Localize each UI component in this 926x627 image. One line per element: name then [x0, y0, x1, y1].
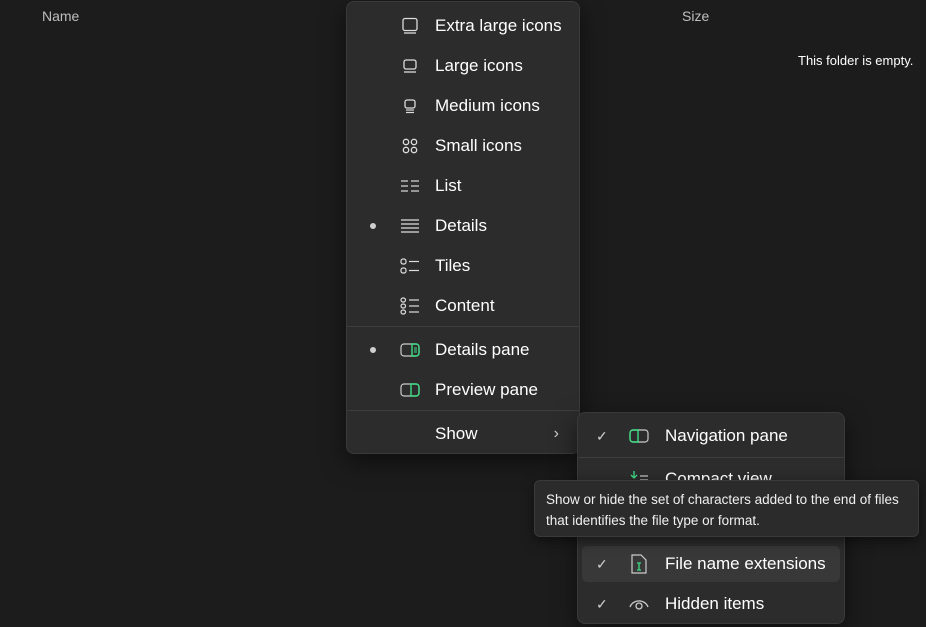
- selected-indicator: [370, 347, 376, 353]
- small-icons-icon: [399, 135, 421, 157]
- menu-item-medium-icons[interactable]: Medium icons: [347, 88, 579, 124]
- menu-item-label: Navigation pane: [665, 426, 788, 445]
- empty-folder-message: This folder is empty.: [798, 53, 914, 68]
- menu-item-navigation-pane[interactable]: ✓ Navigation pane: [578, 418, 844, 454]
- menu-item-label: Details pane: [435, 340, 530, 359]
- large-icons-icon: [399, 55, 421, 77]
- checkmark-icon: ✓: [596, 595, 608, 612]
- menu-item-label: Hidden items: [665, 594, 765, 613]
- details-icon: [399, 215, 421, 237]
- menu-divider: [347, 410, 579, 411]
- menu-item-tiles[interactable]: Tiles: [347, 248, 579, 284]
- chevron-right-icon: ›: [553, 425, 559, 442]
- menu-item-large-icons[interactable]: Large icons: [347, 48, 579, 84]
- details-pane-icon: [399, 339, 421, 361]
- view-menu: Extra large icons Large icons Medium ico…: [346, 1, 580, 454]
- menu-item-label: List: [435, 176, 462, 195]
- medium-icons-icon: [399, 95, 421, 117]
- menu-divider: [578, 457, 844, 458]
- menu-item-label: Content: [435, 296, 495, 315]
- content-icon: [399, 295, 421, 317]
- menu-item-preview-pane[interactable]: Preview pane: [347, 372, 579, 408]
- menu-item-label: Medium icons: [435, 96, 540, 115]
- menu-item-list[interactable]: List: [347, 168, 579, 204]
- menu-item-label: File name extensions: [665, 554, 826, 573]
- menu-item-hidden-items[interactable]: ✓ Hidden items: [578, 586, 844, 622]
- menu-item-label: Large icons: [435, 56, 523, 75]
- eye-icon: [628, 593, 650, 615]
- file-extension-icon: [628, 553, 650, 575]
- menu-item-file-name-extensions[interactable]: ✓ File name extensions: [582, 546, 840, 582]
- menu-item-label: Preview pane: [435, 380, 539, 399]
- checkmark-icon: ✓: [596, 427, 608, 444]
- menu-item-content[interactable]: Content: [347, 288, 579, 324]
- tiles-icon: [399, 255, 421, 277]
- extra-large-icons-icon: [399, 15, 421, 37]
- column-header-name[interactable]: Name: [42, 8, 79, 24]
- menu-item-extra-large-icons[interactable]: Extra large icons: [347, 8, 579, 44]
- selected-indicator: [370, 223, 376, 229]
- menu-item-show[interactable]: Show ›: [347, 416, 579, 452]
- checkmark-icon: ✓: [596, 555, 608, 572]
- column-header-size[interactable]: Size: [682, 8, 709, 24]
- menu-item-label: Small icons: [435, 136, 522, 155]
- menu-item-label: Details: [435, 216, 487, 235]
- menu-item-details[interactable]: Details: [347, 208, 579, 244]
- menu-divider: [347, 326, 579, 327]
- list-icon: [399, 175, 421, 197]
- menu-item-label: Show: [435, 424, 478, 443]
- menu-item-details-pane[interactable]: Details pane: [347, 332, 579, 368]
- tooltip: Show or hide the set of characters added…: [534, 480, 919, 537]
- menu-item-small-icons[interactable]: Small icons: [347, 128, 579, 164]
- preview-pane-icon: [399, 379, 421, 401]
- navigation-pane-icon: [628, 425, 650, 447]
- menu-item-label: Extra large icons: [435, 16, 562, 35]
- menu-item-label: Tiles: [435, 256, 471, 275]
